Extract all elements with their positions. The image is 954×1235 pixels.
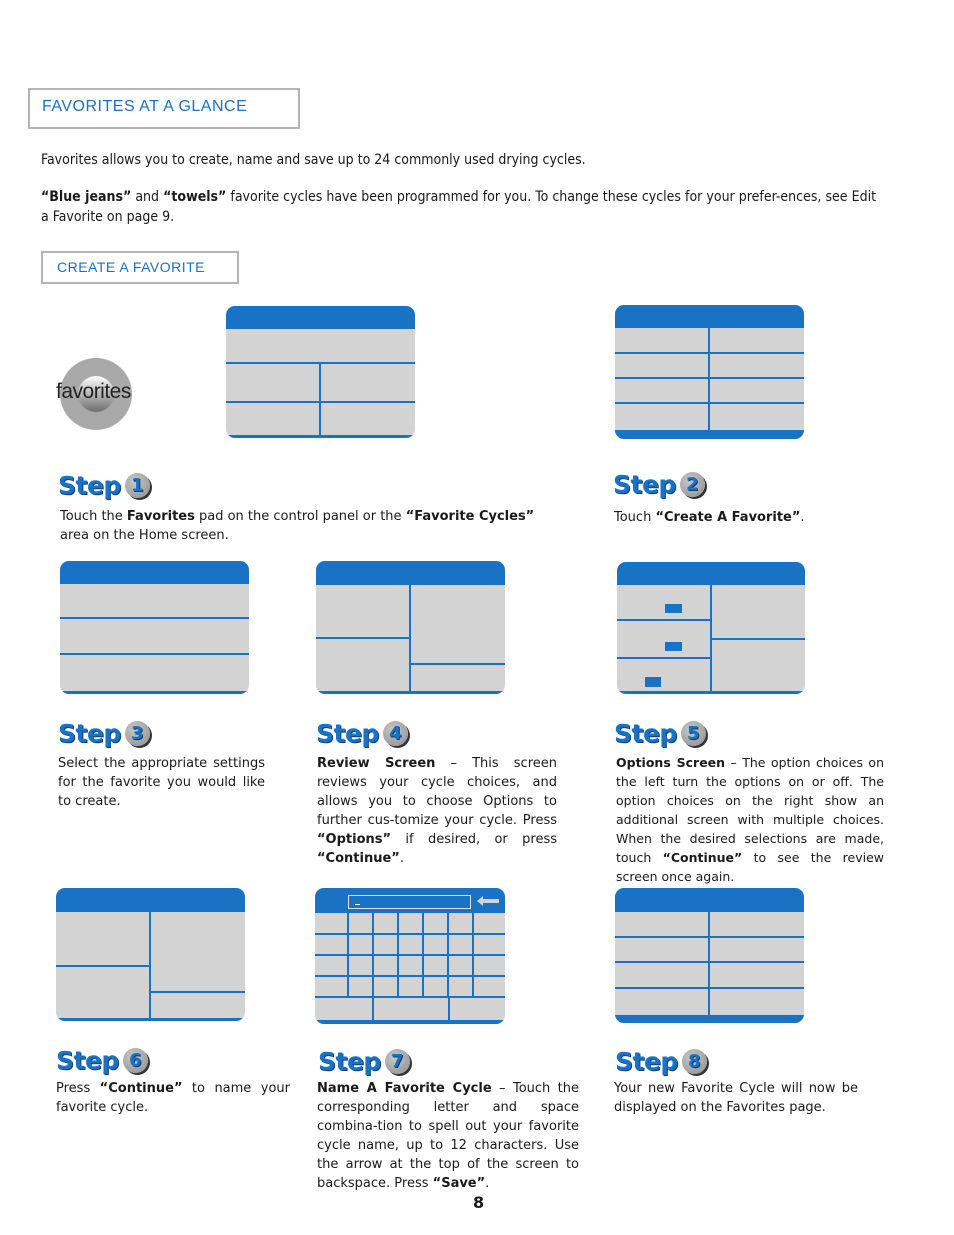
option-toggle-indicator <box>665 642 682 651</box>
divider <box>316 637 410 639</box>
favorites-pad-button[interactable]: favorites <box>56 358 132 430</box>
towels-label: “towels” <box>163 189 227 205</box>
option-toggle-indicator <box>665 604 682 613</box>
key-divider <box>472 913 474 996</box>
screen-step-8 <box>615 888 804 1023</box>
screen-step-6 <box>56 888 245 1021</box>
screen-footer <box>617 691 805 694</box>
step-4-description: Review Screen – This screen reviews your… <box>317 756 557 866</box>
screen-footer <box>56 1018 245 1021</box>
step-1-heading: Step 1 <box>58 471 150 500</box>
key-divider <box>315 996 505 998</box>
divider <box>60 653 249 655</box>
page-number: 8 <box>473 1193 485 1212</box>
subsection-title-box: Create a Favorite <box>41 251 239 284</box>
divider <box>409 663 505 665</box>
key-divider <box>315 954 505 956</box>
section-title: Favorites at a Glance <box>42 98 248 115</box>
key-divider <box>447 913 449 996</box>
screen-header <box>56 888 245 912</box>
screen-footer <box>315 1020 505 1024</box>
screen-step-5 <box>617 562 805 694</box>
step-2-description: Touch “Create A Favorite”. <box>614 510 805 525</box>
divider <box>617 619 711 621</box>
divider <box>617 657 711 659</box>
divider <box>56 965 150 967</box>
step-5-heading: Step 5 <box>614 719 706 748</box>
screen-footer <box>615 1015 804 1023</box>
text-cursor <box>355 904 360 905</box>
step-3-description: Select the appropriate settings for the … <box>58 756 265 809</box>
screen-step-4 <box>316 561 505 694</box>
screen-header <box>615 305 804 328</box>
step-number-badge: 4 <box>382 721 408 746</box>
option-toggle-indicator <box>645 677 661 687</box>
key-divider <box>347 913 349 996</box>
step-number-badge: 6 <box>122 1048 148 1073</box>
step-number-badge: 2 <box>679 472 705 497</box>
divider <box>60 617 249 619</box>
divider <box>710 638 805 640</box>
screen-step-1 <box>226 306 415 438</box>
section-title-box: Favorites at a Glance <box>28 88 300 129</box>
divider <box>149 991 245 993</box>
step-label: Step <box>58 719 121 748</box>
step-6-description: Press “Continue” to name your favorite c… <box>56 1081 290 1115</box>
screen-header <box>60 561 249 584</box>
intro-paragraph-2: “Blue jeans” and “towels” favorite cycle… <box>41 189 877 225</box>
key-divider <box>315 933 505 935</box>
step-label: Step <box>613 470 676 499</box>
screen-step-7-keyboard <box>315 888 505 1024</box>
step-6-heading: Step 6 <box>56 1046 148 1075</box>
key-divider <box>448 996 450 1024</box>
step-4-heading: Step 4 <box>316 719 408 748</box>
step-1-description: Touch the Favorites pad on the control p… <box>60 509 535 543</box>
step-label: Step <box>614 719 677 748</box>
screen-footer <box>60 691 249 694</box>
screen-header <box>226 306 415 329</box>
step-2-heading: Step 2 <box>613 470 705 499</box>
step-number-badge: 1 <box>124 473 150 498</box>
step-8-description: Your new Favorite Cycle will now be disp… <box>614 1081 858 1115</box>
key-divider <box>397 913 399 996</box>
divider <box>319 362 321 438</box>
screen-header <box>316 561 505 585</box>
step-7-heading: Step 7 <box>318 1047 410 1076</box>
step-label: Step <box>56 1046 119 1075</box>
blue-jeans-label: “Blue jeans” <box>41 189 132 205</box>
key-divider <box>372 913 374 996</box>
screen-step-3 <box>60 561 249 694</box>
step-number-badge: 7 <box>384 1049 410 1074</box>
step-number-badge: 5 <box>680 721 706 746</box>
step-number-badge: 3 <box>124 721 150 746</box>
screen-step-2 <box>615 305 804 439</box>
divider <box>409 585 411 694</box>
screen-footer <box>316 691 505 694</box>
key-divider <box>422 913 424 996</box>
step-label: Step <box>58 471 121 500</box>
subsection-title: Create a Favorite <box>57 259 206 275</box>
intro-paragraph-1: Favorites allows you to create, name and… <box>41 152 586 168</box>
key-divider <box>315 975 505 977</box>
step-number-badge: 8 <box>681 1049 707 1074</box>
divider <box>708 328 710 431</box>
favorites-pad-label: favorites <box>56 380 131 403</box>
cycle-name-field <box>348 895 471 909</box>
screen-header <box>617 562 805 585</box>
divider <box>708 912 710 1015</box>
step-5-description: Options Screen – The option choices on t… <box>616 755 884 884</box>
screen-header <box>615 888 804 912</box>
backspace-arrow-icon <box>477 896 499 906</box>
key-divider <box>372 996 374 1024</box>
step-label: Step <box>316 719 379 748</box>
step-7-description: Name A Favorite Cycle – Touch the corres… <box>317 1081 580 1191</box>
step-8-heading: Step 8 <box>615 1047 707 1076</box>
screen-footer <box>226 435 415 438</box>
step-3-heading: Step 3 <box>58 719 150 748</box>
step-label: Step <box>615 1047 678 1076</box>
screen-footer <box>615 430 804 439</box>
step-label: Step <box>318 1047 381 1076</box>
